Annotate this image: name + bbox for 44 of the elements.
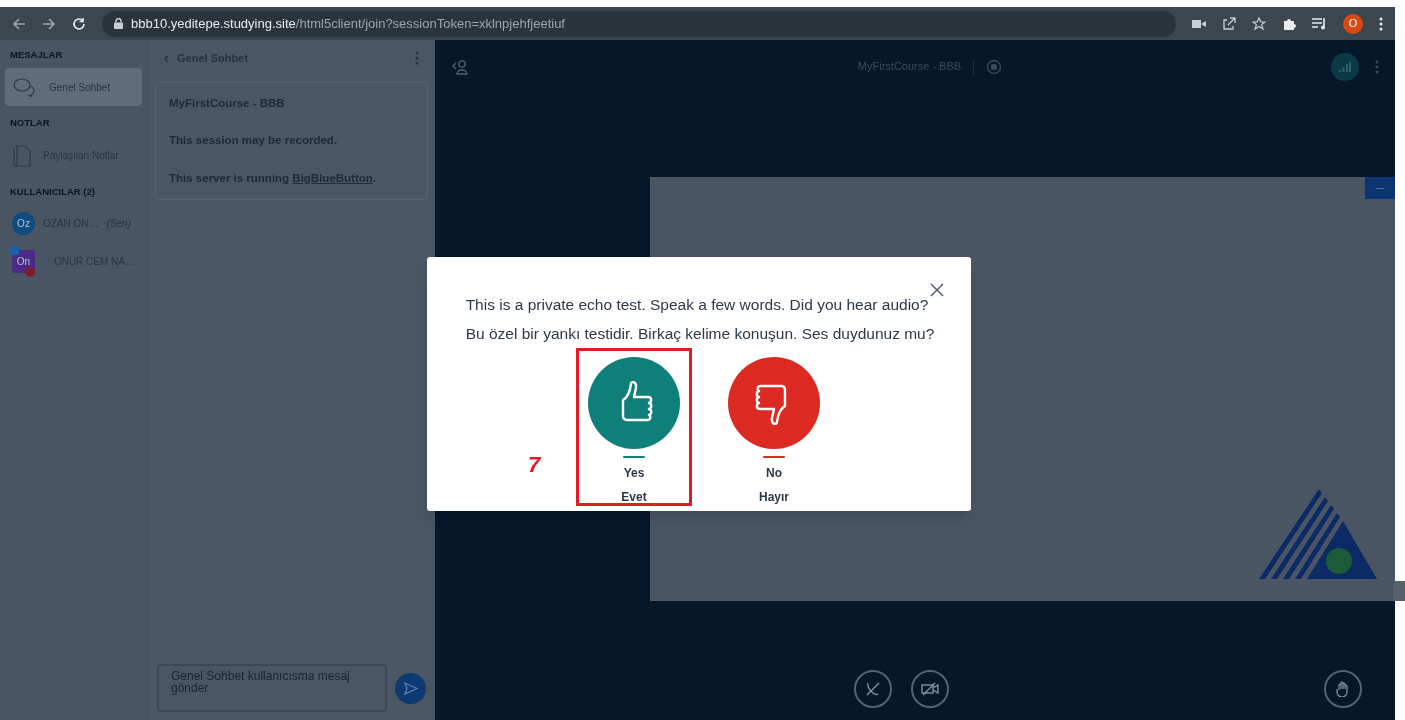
- profile-avatar[interactable]: O: [1343, 13, 1363, 34]
- muted-mic-badge: [25, 267, 36, 278]
- url-text: bbb10.yeditepe.studying.site/html5client/join?sessionToken=xklnpjehfjeetiuf: [131, 14, 565, 33]
- raise-hand-button[interactable]: [1324, 670, 1362, 708]
- star-icon[interactable]: [1252, 16, 1266, 31]
- signal-bars-icon: [1339, 61, 1351, 72]
- lock-icon: [114, 18, 123, 29]
- section-heading: MESAJLAR: [9, 48, 64, 62]
- section-heading: NOTLAR: [9, 116, 51, 131]
- back-icon[interactable]: [12, 16, 26, 31]
- dialog-message: This is a private echo test. Speak a few words. Did you hear audio?: [465, 295, 930, 315]
- menu-icon[interactable]: [1379, 16, 1383, 31]
- phone-off-icon: [864, 681, 881, 697]
- playlist-icon[interactable]: [1312, 17, 1327, 30]
- puzzle-icon[interactable]: [1282, 16, 1296, 31]
- documents-icon: [13, 144, 31, 167]
- reload-icon[interactable]: [72, 16, 86, 31]
- chat-bubbles-icon: [13, 77, 37, 98]
- button-label: Yes: [623, 464, 645, 482]
- camera-off-icon: [920, 682, 939, 696]
- presenter-badge: [9, 246, 19, 256]
- close-icon: [930, 283, 944, 297]
- leave-audio-button[interactable]: [853, 670, 892, 708]
- hand-icon: [1336, 681, 1350, 697]
- recording-indicator-icon: [986, 58, 1003, 75]
- section-heading: KULLANICILAR (2): [9, 184, 96, 199]
- share-webcam-button[interactable]: [910, 670, 949, 708]
- connection-status-button[interactable]: [1331, 52, 1359, 81]
- send-icon: [403, 681, 418, 695]
- camera-icon[interactable]: [1192, 18, 1206, 29]
- send-button[interactable]: [395, 672, 426, 704]
- user-avatar: Oz: [12, 212, 35, 236]
- annotation-number: 7: [528, 450, 541, 479]
- sidebar-item[interactable]: Genel Sohbet: [5, 68, 142, 107]
- button-label: Hayır: [759, 488, 789, 506]
- dialog-message: Bu özel bir yankı testidir. Birkaç kelime konuşun. Ses duydunuz mu?: [465, 324, 935, 345]
- share-icon[interactable]: [1222, 16, 1236, 31]
- back-chevron-icon: [164, 54, 169, 63]
- button-label: No: [766, 464, 782, 482]
- forward-icon[interactable]: [42, 16, 56, 31]
- button-label: Evet: [621, 488, 647, 506]
- user-list-toggle-icon[interactable]: [451, 58, 469, 75]
- address-bar[interactable]: bbb10.yeditepe.studying.site/html5client/join?sessionToken=xklnpjehfjeetiuf: [102, 10, 1176, 37]
- close-button[interactable]: [930, 283, 944, 297]
